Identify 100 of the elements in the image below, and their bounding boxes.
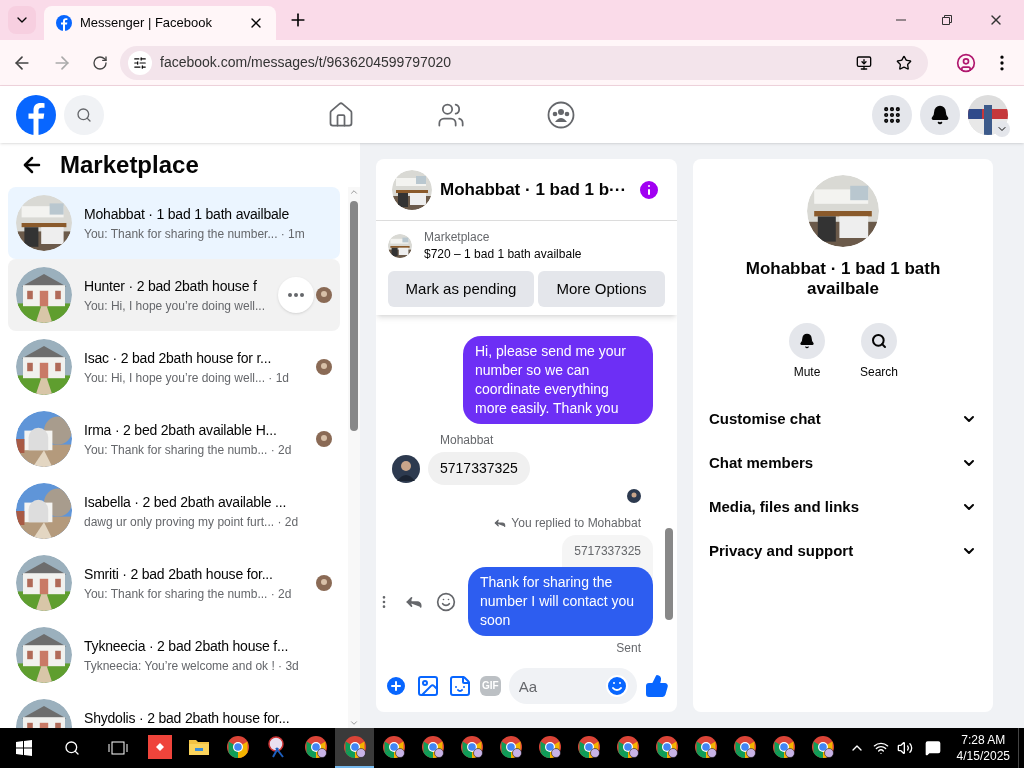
- menu-button[interactable]: [872, 94, 912, 135]
- conversation-item[interactable]: Irma · 2 bed 2bath available H... You: Thank for sharing the numb... · 2d: [8, 403, 340, 475]
- conversation-preview: You: Thank for sharing the number... · 1m: [84, 225, 305, 243]
- conversation-item[interactable]: Mohabbat · 1 bad 1 bath availbale You: Thank for sharing the number... · 1m: [8, 187, 340, 259]
- conversation-title: Isabella · 2 bed 2bath available ...: [84, 492, 287, 512]
- conversation-item[interactable]: Hunter · 2 bad 2bath house f You: Hi, I hope you’re doing well...: [8, 259, 340, 331]
- read-receipt-icon: [627, 489, 641, 503]
- conversation-title: Tykneecia · 2 bad 2bath house f...: [84, 636, 289, 656]
- reload-icon[interactable]: [92, 54, 108, 71]
- conversation-preview: You: Hi, I hope you’re doing well... · 1d: [84, 369, 289, 387]
- conversation-item[interactable]: Tykneecia · 2 bad 2bath house f... Tykneecia: You’re welcome and ok ! · 3d: [8, 619, 340, 691]
- chrome-icon: [420, 735, 445, 759]
- chrome-icon: [459, 735, 484, 759]
- search-icon[interactable]: [64, 740, 80, 756]
- volume-icon[interactable]: [896, 740, 913, 756]
- grid-icon: [882, 104, 902, 125]
- listing-button[interactable]: Mark as pending: [388, 271, 534, 307]
- chrome-icon: [498, 735, 523, 759]
- search-button[interactable]: [64, 94, 104, 135]
- avatar-icon: [392, 454, 420, 483]
- profile-icon[interactable]: [956, 52, 976, 73]
- chat-name: Mohabbat · 1 bad 1 bath availbale: [744, 259, 942, 299]
- address-bar[interactable]: facebook.com/messages/t/9636204599797020: [120, 45, 928, 80]
- chrome-icon: [381, 735, 406, 759]
- like-icon[interactable]: [645, 674, 669, 698]
- conversation-preview: You: Thank for sharing the numb... · 2d: [84, 441, 292, 459]
- notifications-button[interactable]: [920, 94, 960, 135]
- clock-time: 7:28 AM: [961, 732, 1006, 748]
- listing-price: $720 – 1 bad 1 bath availbale: [424, 246, 582, 263]
- conversation-preview: dawg ur only proving my point furt... · 2d: [84, 513, 299, 531]
- reply-icon: [493, 516, 508, 530]
- conversation-preview: Tykneecia: You’re welcome and ok ! · 3d: [84, 657, 299, 675]
- chrome-icon: [693, 735, 718, 759]
- conversation-preview: You: Thank for sharing the numb... · 2d: [84, 585, 292, 603]
- chrome-icon: [810, 735, 835, 759]
- photo-icon[interactable]: [416, 674, 440, 698]
- diamond-app-icon: [147, 735, 172, 759]
- message-field[interactable]: Aa: [508, 668, 637, 704]
- message-bubble: Hi, please send me your number so we can coordinate everything more easily. Thank you: [463, 336, 653, 424]
- conversation-title: Irma · 2 bed 2bath available H...: [84, 420, 277, 440]
- conversation-title: Mohabbat · 1 bad 1 bath availbale: [84, 204, 290, 224]
- clock-date: 4/15/2025: [956, 748, 1010, 764]
- message-bubble: Thank for sharing the number I will contact you soon: [468, 567, 653, 636]
- notification-icon[interactable]: [924, 740, 941, 756]
- chrome-icon: [771, 735, 796, 759]
- scrollbar[interactable]: [665, 528, 673, 620]
- tab-list-button[interactable]: [8, 6, 36, 34]
- section-header[interactable]: Media, files and links: [709, 485, 977, 529]
- chat-action[interactable]: Search: [853, 323, 905, 381]
- section-header[interactable]: Customise chat: [709, 397, 977, 441]
- conversation-title: Isac · 2 bad 2bath house for r...: [84, 348, 272, 368]
- more-icon: [288, 293, 304, 297]
- section-header[interactable]: Chat members: [709, 441, 977, 485]
- conversation-title: Shydolis · 2 bad 2bath house for...: [84, 709, 290, 728]
- message-bubble: 5717337325: [428, 452, 530, 485]
- conversation-title: Smriti · 2 bad 2bath house for...: [84, 564, 273, 584]
- url-text: facebook.com/messages/t/9636204599797020: [160, 53, 453, 72]
- home-icon[interactable]: [327, 100, 355, 129]
- install-icon[interactable]: [856, 54, 872, 71]
- taskbar-app[interactable]: [335, 728, 374, 768]
- groups-icon[interactable]: [547, 100, 575, 129]
- conversation-item[interactable]: Isabella · 2 bed 2bath available ... dawg ur only proving my point furt... · 2d: [8, 475, 340, 547]
- chat-title: Mohabbat · 1 bad 1 b···: [440, 178, 628, 201]
- conversation-preview: You: Hi, I hope you’re doing well...: [84, 297, 265, 315]
- sticker-icon[interactable]: [448, 674, 472, 698]
- reply-note: You replied to Mohabbat: [511, 515, 641, 531]
- conversation-item[interactable]: Smriti · 2 bad 2bath house for... You: Thank for sharing the numb... · 2d: [8, 547, 340, 619]
- tab-title: Messenger | Facebook: [80, 14, 213, 33]
- browser-tab[interactable]: Messenger | Facebook: [44, 6, 276, 40]
- facebook-logo-icon: [56, 15, 72, 31]
- network-icon[interactable]: [872, 740, 889, 756]
- chrome-icon: [303, 735, 328, 759]
- chrome-icon: [732, 735, 757, 759]
- search-icon: [871, 333, 887, 349]
- chrome-icon: [225, 735, 250, 759]
- conversation-item[interactable]: Isac · 2 bad 2bath house for r... You: Hi, I hope you’re doing well... · 1d: [8, 331, 340, 403]
- sidebar-title: Marketplace: [60, 150, 199, 180]
- windows-icon[interactable]: [16, 740, 32, 756]
- sender-name: Mohabbat: [439, 432, 495, 448]
- bell-icon: [930, 104, 950, 125]
- chat-action[interactable]: Mute: [781, 323, 833, 381]
- emoji-icon[interactable]: [436, 591, 456, 612]
- listing-label: Marketplace: [424, 229, 491, 245]
- message-status: Sent: [615, 640, 642, 656]
- chrome-icon: [615, 735, 640, 759]
- task-view-icon[interactable]: [108, 740, 128, 756]
- facebook-logo-icon[interactable]: [16, 94, 56, 135]
- listing-button[interactable]: More Options: [538, 271, 665, 307]
- chrome-icon: [654, 735, 679, 759]
- site-settings-icon[interactable]: [133, 55, 147, 70]
- chrome-icon: [342, 735, 367, 759]
- bookmark-icon[interactable]: [896, 54, 912, 71]
- add-icon[interactable]: [384, 674, 408, 698]
- restore-icon[interactable]: [942, 15, 952, 25]
- bell-icon: [799, 333, 815, 349]
- search-icon: [76, 106, 92, 123]
- section-header[interactable]: Privacy and support: [709, 529, 977, 573]
- conversation-title: Hunter · 2 bad 2bath house f: [84, 276, 257, 296]
- more-options-button[interactable]: [278, 277, 314, 313]
- chrome-icon: [576, 735, 601, 759]
